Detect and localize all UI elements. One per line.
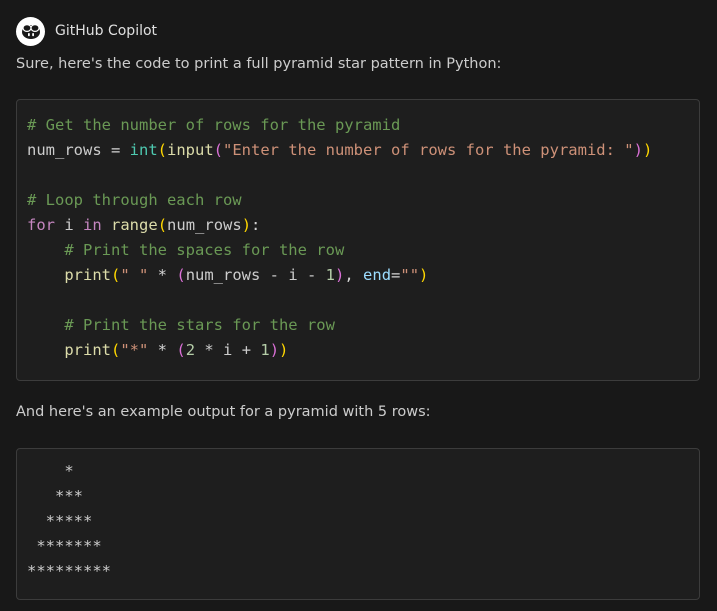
code-token: " " (120, 266, 149, 284)
code-token: print (64, 266, 111, 284)
code-token: input (167, 141, 214, 159)
code-token: ( (213, 141, 224, 159)
python-code-block[interactable]: # Get the number of rows for the pyramid… (16, 99, 700, 381)
output-line: ***** (27, 512, 93, 530)
code-token: ) (241, 216, 252, 234)
code-line: for i in range(num_rows): (27, 213, 699, 238)
output-line: ******* (27, 537, 102, 555)
output-line: ********* (27, 562, 111, 580)
code-token: = (391, 266, 401, 284)
code-token: : (251, 216, 261, 234)
intro-message: Sure, here's the code to print a full py… (16, 56, 502, 72)
code-token: # Loop through each row (27, 191, 242, 209)
code-token: ( (176, 341, 186, 359)
code-token: ) (335, 266, 345, 284)
code-token: num_rows (167, 216, 242, 234)
code-token: ( (157, 216, 168, 234)
copilot-icon (21, 23, 40, 39)
code-token: * i + (195, 341, 261, 359)
output-line: *** (27, 487, 83, 505)
code-token: * (148, 341, 177, 359)
chat-header: GitHub Copilot (16, 16, 157, 46)
code-content[interactable]: # Get the number of rows for the pyramid… (17, 100, 699, 363)
code-token: 1 (260, 341, 270, 359)
code-token: end (363, 266, 392, 284)
output-line: * (27, 462, 74, 480)
code-token: "*" (120, 341, 149, 359)
code-line: # Get the number of rows for the pyramid (27, 113, 699, 138)
code-line: # Print the stars for the row (27, 313, 699, 338)
code-token: = (101, 141, 130, 159)
code-token: ) (419, 266, 429, 284)
code-token: for (27, 216, 55, 234)
code-token: ) (269, 341, 280, 359)
code-token: ( (111, 266, 121, 284)
code-token: num_rows (27, 141, 102, 159)
code-token: # Print the stars for the row (64, 316, 335, 334)
code-token: num_rows - i - (185, 266, 326, 284)
code-token: ( (111, 341, 121, 359)
code-token: int (129, 141, 158, 159)
code-token: "Enter the number of rows for the pyrami… (223, 141, 634, 159)
code-token: # Print the spaces for the row (64, 241, 345, 259)
output-code-block[interactable]: * *** ***** ******* ********* (16, 448, 700, 600)
code-token: range (111, 216, 158, 234)
code-token: 1 (325, 266, 336, 284)
copilot-avatar (16, 16, 45, 46)
code-line: print(" " * (num_rows - i - 1), end="") (27, 263, 699, 288)
example-message: And here's an example output for a pyram… (16, 404, 431, 420)
output-content[interactable]: * *** ***** ******* ********* (17, 449, 699, 584)
code-token: in (83, 216, 102, 234)
code-token: * (148, 266, 177, 284)
code-token: i (55, 216, 83, 234)
code-line: # Print the spaces for the row (27, 238, 699, 263)
code-line: print("*" * (2 * i + 1)) (27, 338, 699, 363)
code-token: 2 (185, 341, 196, 359)
code-token: ) (279, 341, 289, 359)
code-token: ( (157, 141, 167, 159)
code-token: # Get the number of rows for the pyramid (27, 116, 401, 134)
code-token: ) (633, 141, 643, 159)
code-line: num_rows = int(input("Enter the number o… (27, 138, 699, 163)
code-token: ( (176, 266, 186, 284)
code-line: # Loop through each row (27, 188, 699, 213)
assistant-name: GitHub Copilot (55, 23, 158, 39)
code-token: "" (400, 266, 420, 284)
code-token: , (344, 266, 364, 284)
code-token: ) (642, 141, 653, 159)
code-token: print (64, 341, 111, 359)
